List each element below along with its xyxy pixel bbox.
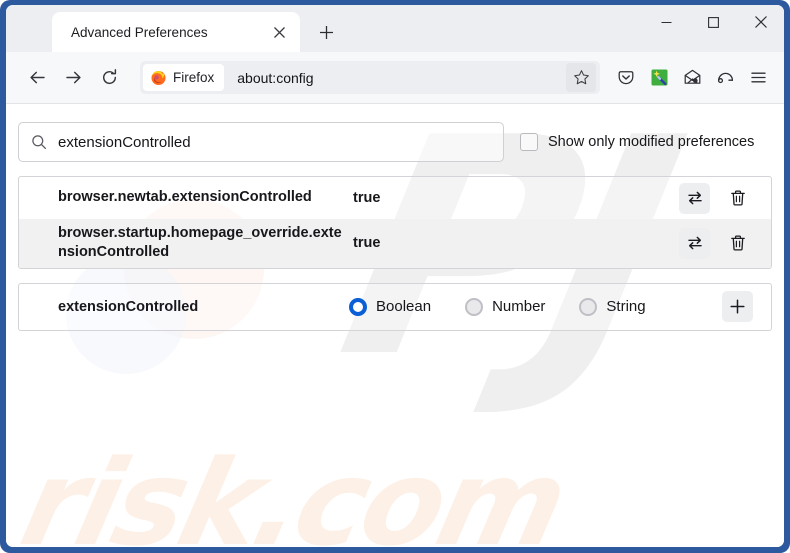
brand-label: Firefox [173,70,215,85]
radio-boolean-label: Boolean [376,298,432,316]
radio-number-label: Number [492,298,546,316]
radio-boolean-dot[interactable] [349,297,367,316]
toggle-swap-icon[interactable] [679,182,710,214]
close-button[interactable] [737,5,784,39]
window-controls [643,5,784,52]
star-icon[interactable] [566,63,596,92]
pocket-icon[interactable] [610,62,642,94]
search-icon [31,134,47,150]
navigation-toolbar: Firefox about:config [6,52,784,104]
search-input[interactable] [58,133,491,151]
back-arrow-icon[interactable] [20,61,54,95]
browser-window: Advanced Preferences Firefox about:confi… [0,0,790,553]
radio-number-dot[interactable] [465,297,484,316]
preference-name: browser.newtab.extensionControlled [58,189,312,206]
radio-string-label: String [606,298,646,316]
preference-value: true [353,190,381,206]
brand-chip: Firefox [143,64,225,91]
radio-string-dot[interactable] [579,297,598,316]
row-actions [679,227,761,259]
close-icon[interactable] [266,19,292,45]
show-modified-label: Show only modified preferences [548,134,755,150]
radio-string[interactable]: String [579,297,646,316]
search-box[interactable] [18,122,504,162]
table-row[interactable]: browser.startup.homepage_override.extens… [19,219,771,268]
show-modified-row[interactable]: Show only modified preferences [520,133,754,151]
url-text[interactable]: about:config [237,70,566,86]
search-row: Show only modified preferences [18,122,772,162]
hamburger-menu-icon[interactable] [742,62,774,94]
new-preference-name: extensionControlled [58,298,199,315]
add-preference-row: extensionControlled Boolean Number Strin… [18,282,772,331]
preference-value: true [353,235,381,252]
browser-window-inner: Advanced Preferences Firefox about:confi… [6,5,784,547]
toolbar-icons [610,62,774,94]
row-actions [679,182,761,214]
url-bar[interactable]: Firefox about:config [140,61,600,94]
radio-number[interactable]: Number [465,297,546,316]
radio-boolean[interactable]: Boolean [349,297,432,316]
preference-name: browser.startup.homepage_override.extens… [58,225,342,261]
plus-icon[interactable] [722,291,753,323]
reload-icon[interactable] [92,61,126,95]
table-row[interactable]: browser.newtab.extensionControlled true [19,177,771,219]
trash-icon[interactable] [722,228,753,259]
tab-advanced-preferences[interactable]: Advanced Preferences [52,12,300,52]
show-modified-checkbox[interactable] [520,133,538,151]
account-sync-icon[interactable] [709,62,741,94]
about-config-page: PJ risk.com Show only modified preferenc… [6,104,784,547]
type-radio-group: Boolean Number String [349,297,722,316]
mail-icon[interactable] [676,62,708,94]
watermark-bottom: risk.com [10,434,577,547]
extension-magic-wand-icon[interactable] [643,62,675,94]
toggle-swap-icon[interactable] [679,227,710,259]
maximize-button[interactable] [690,5,737,39]
forward-arrow-icon[interactable] [56,61,90,95]
tab-title: Advanced Preferences [71,24,208,40]
new-tab-button[interactable] [309,15,343,49]
firefox-logo-icon [150,69,167,86]
minimize-button[interactable] [643,5,690,39]
tab-strip: Advanced Preferences [6,5,784,52]
trash-icon[interactable] [722,183,753,214]
preferences-table: browser.newtab.extensionControlled true [18,176,772,269]
